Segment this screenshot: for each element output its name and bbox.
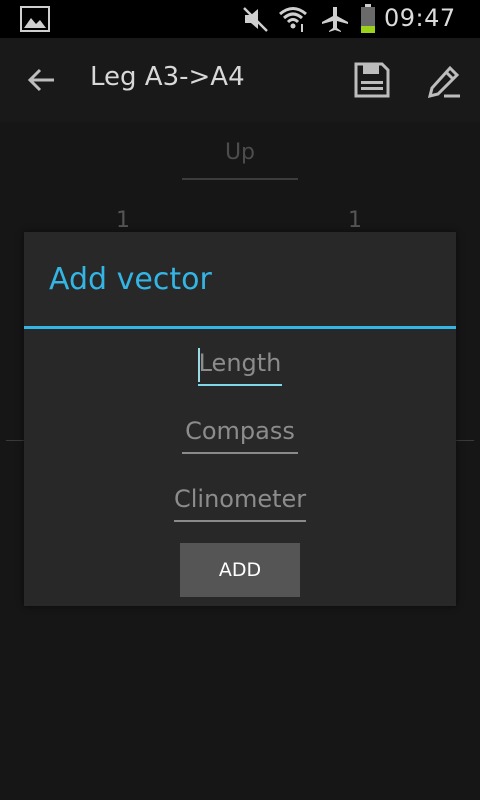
left-number: 1	[116, 208, 130, 233]
add-vector-dialog: Add vector Length Compass Clinometer ADD	[24, 232, 456, 606]
right-number: 1	[348, 208, 362, 233]
dialog-divider	[24, 326, 456, 329]
clinometer-input[interactable]: Clinometer	[174, 482, 306, 522]
up-field[interactable]: Up	[182, 140, 298, 180]
mute-icon	[243, 7, 268, 32]
length-input[interactable]: Length	[198, 346, 282, 386]
edit-icon[interactable]	[424, 60, 464, 100]
compass-placeholder: Compass	[185, 417, 295, 445]
background-line-right	[456, 440, 474, 441]
compass-input[interactable]: Compass	[182, 414, 298, 454]
page-title: Leg A3->A4	[90, 62, 245, 92]
up-field-placeholder: Up	[224, 140, 256, 165]
dialog-title: Add vector	[49, 262, 212, 297]
status-bar: 09:47	[0, 0, 480, 38]
background-line-left	[6, 440, 24, 441]
wifi-icon	[279, 7, 307, 32]
clinometer-placeholder: Clinometer	[174, 485, 307, 513]
gallery-icon	[20, 6, 50, 32]
airplane-mode-icon	[322, 7, 348, 32]
status-time: 09:47	[384, 4, 456, 32]
add-button[interactable]: ADD	[180, 543, 300, 597]
action-bar: Leg A3->A4	[0, 38, 480, 122]
battery-icon	[361, 4, 375, 33]
save-icon[interactable]	[352, 60, 392, 100]
length-placeholder: Length	[198, 349, 282, 377]
text-cursor	[198, 348, 200, 382]
back-arrow-icon[interactable]	[24, 62, 60, 98]
